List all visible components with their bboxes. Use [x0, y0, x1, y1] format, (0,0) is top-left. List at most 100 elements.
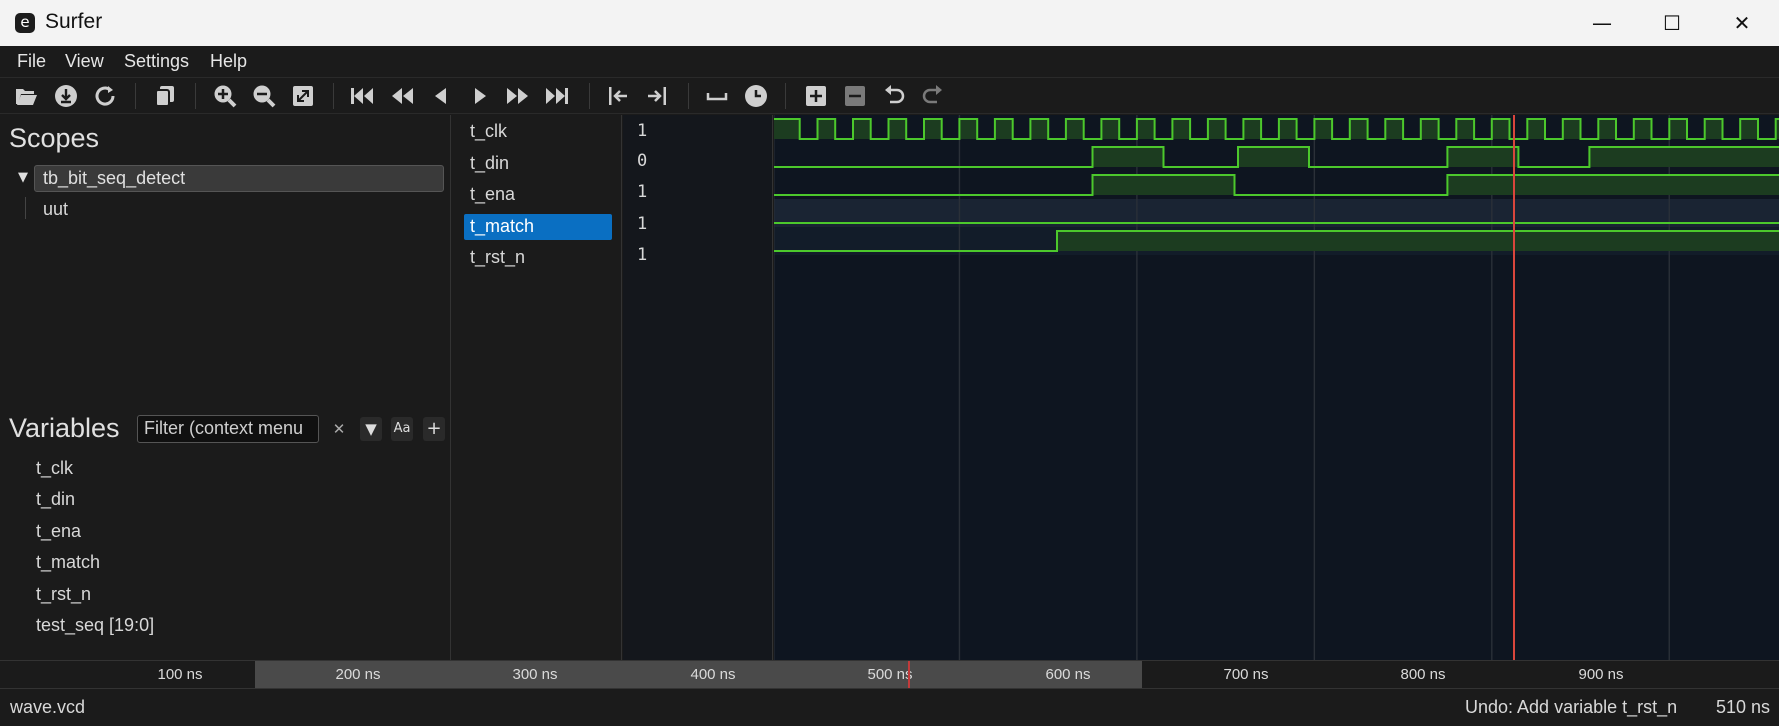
wave-high-fill	[817, 119, 836, 139]
wave-high-fill	[1669, 119, 1687, 139]
menu-file[interactable]: File	[17, 51, 46, 72]
time-tick: 600 ns	[1045, 666, 1091, 683]
menu-help[interactable]: Help	[210, 51, 247, 72]
copy-icon[interactable]	[153, 84, 177, 108]
time-tick: 300 ns	[512, 666, 558, 683]
variable-item[interactable]: t_din	[36, 489, 75, 510]
play-icon[interactable]	[468, 84, 492, 108]
case-sensitive-button[interactable]: Aa	[391, 417, 413, 441]
wave-high-fill	[1349, 119, 1368, 139]
add-marker-icon[interactable]	[804, 84, 828, 108]
open-file-icon[interactable]	[14, 84, 38, 108]
signal-value: 1	[637, 214, 648, 234]
spacer-icon[interactable]	[705, 84, 729, 108]
scope-item-uut[interactable]: uut	[43, 199, 68, 220]
wave-high-fill	[994, 119, 1013, 139]
clear-filter-button[interactable]: ✕	[328, 417, 350, 441]
wave-high-fill	[888, 119, 907, 139]
wave-high-fill	[1136, 119, 1155, 139]
time-tick: 700 ns	[1223, 666, 1269, 683]
filter-button[interactable]: ▼	[360, 417, 382, 441]
time-tick: 900 ns	[1578, 666, 1624, 683]
wave-high-fill	[1704, 119, 1723, 139]
time-tick: 500 ns	[867, 666, 913, 683]
time-axis[interactable]: 100 ns 200 ns 300 ns 400 ns 500 ns 600 n…	[0, 660, 1779, 689]
wave-high-fill	[1633, 119, 1652, 139]
scope-item-label: tb_bit_seq_detect	[43, 168, 186, 188]
wave-high-fill	[1420, 119, 1439, 139]
cursor-marker	[908, 661, 910, 689]
loaded-file-name: wave.vcd	[10, 697, 86, 717]
wave-high-fill	[1598, 119, 1617, 139]
wave-high-fill	[1562, 119, 1581, 139]
timestamp-icon[interactable]	[744, 84, 768, 108]
title-bar: e Surfer — ☐ ✕	[0, 0, 1779, 46]
wave-high-fill	[1207, 119, 1226, 139]
undo-icon[interactable]	[882, 84, 906, 108]
fast-forward-icon[interactable]	[506, 84, 530, 108]
menu-bar: File View Settings Help	[0, 46, 1779, 78]
variable-item[interactable]: t_rst_n	[36, 584, 91, 605]
go-to-start-icon[interactable]	[350, 84, 374, 108]
app-icon: e	[15, 13, 35, 33]
wave-high-fill	[1447, 147, 1519, 167]
close-icon[interactable]: ✕	[1707, 0, 1777, 46]
signal-name-t-match[interactable]: t_match	[470, 216, 534, 237]
signal-name-t-ena[interactable]: t_ena	[470, 184, 515, 205]
variable-item[interactable]: t_clk	[36, 458, 73, 479]
fast-rewind-icon[interactable]	[390, 84, 414, 108]
minimize-icon[interactable]: —	[1567, 0, 1637, 46]
step-back-icon[interactable]	[429, 84, 453, 108]
status-bar: wave.vcd Undo: Add variable t_rst_n 510 …	[0, 688, 1779, 726]
zoom-out-icon[interactable]	[252, 84, 276, 108]
wave-high-fill	[774, 119, 800, 139]
wave-high-fill	[923, 119, 942, 139]
signal-value: 1	[637, 245, 648, 265]
wave-high-fill	[1238, 147, 1310, 167]
wave-high-fill	[1447, 175, 1779, 195]
refresh-icon[interactable]	[93, 84, 117, 108]
variable-item[interactable]: test_seq [19:0]	[36, 615, 154, 636]
scope-item-root[interactable]: tb_bit_seq_detect	[34, 165, 444, 192]
toolbar	[0, 78, 1779, 114]
previous-transition-icon[interactable]	[606, 84, 630, 108]
variable-item[interactable]: t_match	[36, 552, 100, 573]
waveform-canvas[interactable]	[774, 115, 1779, 660]
variable-filter-input[interactable]: Filter (context menu	[137, 415, 319, 443]
wave-high-fill	[1589, 147, 1779, 167]
time-tick: 400 ns	[690, 666, 736, 683]
variable-item[interactable]: t_ena	[36, 521, 81, 542]
remove-marker-icon[interactable]	[843, 84, 867, 108]
go-to-end-icon[interactable]	[545, 84, 569, 108]
redo-icon[interactable]	[921, 84, 945, 108]
signal-values-column: 1 0 1 1 1	[623, 115, 773, 660]
waveform-t-clk	[774, 118, 1779, 140]
wave-high-fill	[1092, 175, 1235, 195]
zoom-fit-icon[interactable]	[291, 84, 315, 108]
signal-name-t-din[interactable]: t_din	[470, 153, 509, 174]
undo-status: Undo: Add variable t_rst_n	[1465, 697, 1678, 717]
signal-name-t-rst-n[interactable]: t_rst_n	[470, 247, 525, 268]
wave-high-fill	[1243, 119, 1262, 139]
collapse-triangle-icon[interactable]: ▼	[18, 170, 28, 185]
signal-names-column: t_clk t_din t_ena t_match t_rst_n	[452, 115, 622, 660]
wave-high-fill	[1065, 119, 1084, 139]
next-transition-icon[interactable]	[645, 84, 669, 108]
scopes-heading: Scopes	[9, 123, 100, 153]
add-all-button[interactable]: +	[423, 417, 445, 441]
wave-high-fill	[1092, 147, 1164, 167]
menu-settings[interactable]: Settings	[124, 51, 189, 72]
window-title: Surfer	[45, 10, 103, 33]
wave-high-fill	[1527, 119, 1546, 139]
wave-high-fill	[1740, 119, 1758, 139]
waveform-viewer[interactable]	[774, 115, 1779, 660]
wave-high-fill	[1456, 119, 1475, 139]
signal-name-t-clk[interactable]: t_clk	[470, 121, 507, 142]
wave-high-fill	[1385, 119, 1404, 139]
reload-file-icon[interactable]	[54, 84, 78, 108]
time-tick: 800 ns	[1400, 666, 1446, 683]
tree-line	[25, 197, 26, 219]
zoom-in-icon[interactable]	[213, 84, 237, 108]
menu-view[interactable]: View	[65, 51, 104, 72]
maximize-icon[interactable]: ☐	[1637, 0, 1707, 46]
